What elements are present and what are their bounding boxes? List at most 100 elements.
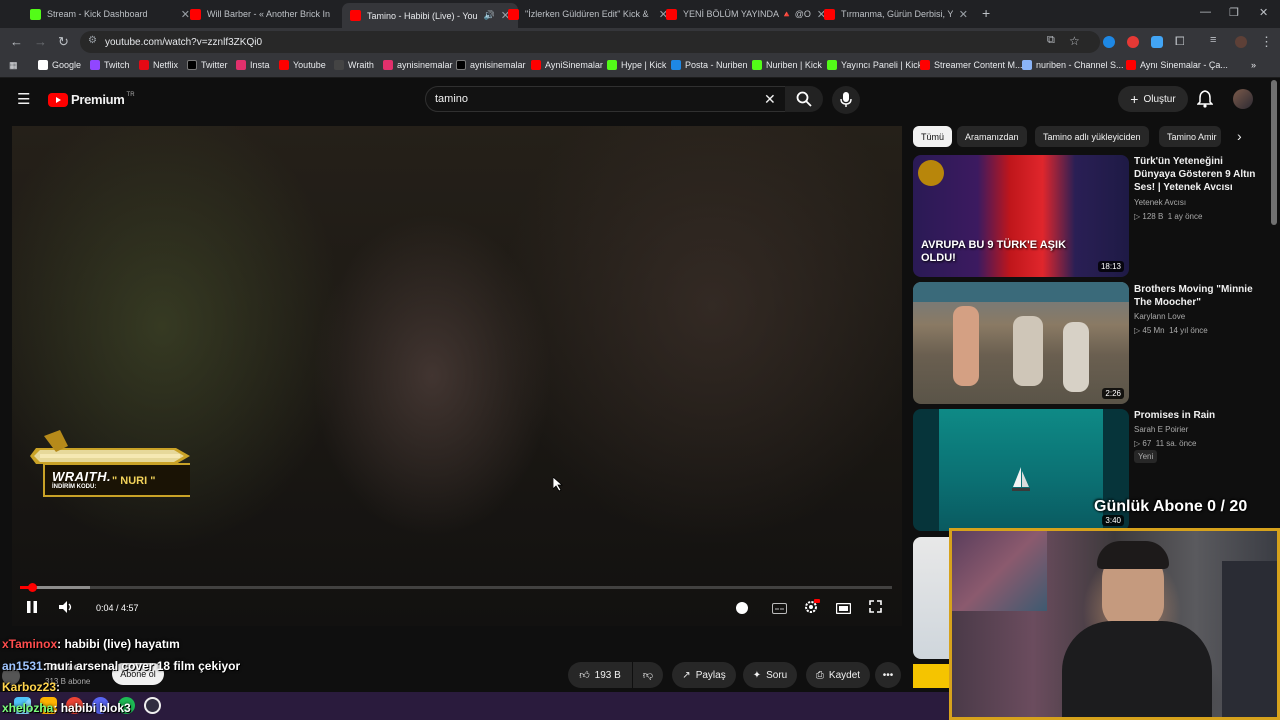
video-player[interactable]: WRAITH. İNDİRİM KODU: " NURI " 0:04 / 4:…: [12, 126, 902, 626]
voice-search-button[interactable]: [832, 86, 860, 114]
duration-badge: 3:40: [1102, 515, 1124, 526]
hamburger-menu-icon[interactable]: ☰: [17, 90, 30, 108]
share-button[interactable]: ↗ Paylaş: [672, 662, 736, 688]
apps-grid-icon[interactable]: ▦: [9, 60, 18, 71]
video-channel[interactable]: Yetenek Avcısı: [1134, 196, 1186, 209]
tab-yeni-bolum[interactable]: YENİ BÖLÜM YAYINDA 🔺 @O ✕: [658, 2, 834, 26]
fullscreen-button[interactable]: [869, 600, 882, 616]
maximize-button[interactable]: ❐: [1229, 6, 1239, 19]
site-settings-icon[interactable]: ⚙: [88, 35, 97, 46]
minimize-button[interactable]: —: [1200, 6, 1211, 18]
video-thumbnail[interactable]: AVRUPA BU 9 TÜRK'E AŞIK OLDU! 18:13: [913, 155, 1129, 277]
tab-kick-dashboard[interactable]: Stream - Kick Dashboard ✕: [22, 2, 198, 26]
bookmark-twitter[interactable]: Twitter: [187, 60, 228, 70]
chat-text: : habibi (live) hayatım: [57, 637, 180, 651]
create-button[interactable]: + Oluştur: [1118, 86, 1188, 112]
chevron-right-icon[interactable]: ›: [1237, 128, 1242, 144]
bookmark-aynisinemalar-insta[interactable]: aynisinemalar: [383, 60, 453, 70]
bookmark-aynisinemalar-yt[interactable]: AyniSinemalar: [531, 60, 603, 70]
dislike-button[interactable]: 👎︎: [633, 662, 663, 688]
video-channel[interactable]: Sarah E Poirier: [1134, 423, 1188, 436]
notifications-bell-icon[interactable]: [1196, 90, 1214, 113]
back-icon[interactable]: ←: [10, 34, 23, 49]
address-bar[interactable]: ⚙ youtube.com/watch?v=zznlf3ZKQi0: [80, 31, 1100, 53]
bookmark-youtube[interactable]: Youtube: [279, 60, 326, 70]
more-actions-button[interactable]: •••: [875, 662, 901, 688]
clear-search-icon[interactable]: ✕: [764, 91, 776, 108]
video-thumbnail[interactable]: 2:26: [913, 282, 1129, 404]
tab-izlerken-gulduren[interactable]: "İzlerken Güldüren Edit" Kick & ✕: [500, 2, 676, 26]
video-title[interactable]: Brothers Moving "Minnie The Moocher": [1134, 283, 1264, 309]
like-button[interactable]: 👍︎ 193 B: [568, 662, 632, 688]
bookmark-streamer-content[interactable]: Streamer Content M...: [920, 60, 1023, 70]
obs-icon[interactable]: [144, 697, 161, 714]
youtube-premium-logo[interactable]: Premium TR: [48, 92, 135, 107]
scrubber-handle[interactable]: [27, 583, 37, 592]
bookmark-nuriben-kick[interactable]: Nuriben | Kick: [752, 60, 822, 70]
google-icon: [38, 60, 48, 70]
video-thumbnail[interactable]: [913, 664, 953, 688]
bookmark-wraith[interactable]: Wraith: [334, 60, 374, 70]
bookmark-aynisinemalar-x[interactable]: aynisinemalar: [456, 60, 526, 70]
video-stats: ▷ 128 B 1 ay önce: [1134, 212, 1203, 221]
speaker-icon[interactable]: 🔊: [484, 10, 495, 21]
close-icon[interactable]: ✕: [959, 8, 968, 21]
bookmark-yayinci-paneli[interactable]: Yayıncı Paneli | Kick: [827, 60, 922, 70]
tab-tamino-habibi[interactable]: Tamino - Habibi (Live) - You 🔊 ✕: [342, 3, 518, 28]
more-bookmarks-icon[interactable]: »: [1251, 60, 1256, 70]
menu-kebab-icon[interactable]: ⋮: [1260, 34, 1273, 50]
extension-icon[interactable]: [1103, 36, 1115, 48]
bookmark-twitch[interactable]: Twitch: [90, 60, 130, 70]
bookmark-netflix[interactable]: Netflix: [139, 60, 178, 70]
bookmark-ayni-sinemalar[interactable]: Aynı Sinemalar - Ça...: [1126, 60, 1228, 70]
theater-mode-button[interactable]: [835, 601, 852, 617]
thumbnail-caption: AVRUPA BU 9 TÜRK'E AŞIK OLDU!: [921, 239, 1067, 264]
video-title[interactable]: Promises in Rain: [1134, 409, 1264, 422]
youtube-icon: [531, 60, 541, 70]
kick-icon: [752, 60, 762, 70]
shield-icon[interactable]: [1151, 36, 1163, 48]
ask-button[interactable]: ✦ Soru: [743, 662, 797, 688]
chip-from-uploader[interactable]: Tamino adlı yükleyiciden: [1035, 126, 1149, 147]
bookmark-insta[interactable]: Insta: [236, 60, 270, 70]
webcam-person-hair: [1097, 541, 1169, 569]
autoplay-toggle[interactable]: [736, 602, 748, 614]
window-close-button[interactable]: ✕: [1259, 6, 1268, 19]
chip-from-search[interactable]: Aramanızdan: [957, 126, 1027, 147]
search-button[interactable]: [785, 86, 823, 112]
extension-icon[interactable]: [1127, 36, 1139, 48]
media-control-icon[interactable]: ≡: [1210, 34, 1216, 46]
tab-will-barber[interactable]: Will Barber - « Another Brick In ✕: [182, 2, 358, 26]
settings-button[interactable]: [804, 599, 820, 618]
progress-bar[interactable]: [20, 583, 892, 592]
install-app-icon[interactable]: ⧉: [1047, 34, 1055, 47]
instagram-icon: [383, 60, 393, 70]
thumbs-down-icon: 👎︎: [642, 670, 654, 681]
bookmark-star-icon[interactable]: ☆: [1069, 34, 1080, 48]
search-input[interactable]: tamino ✕: [425, 86, 818, 112]
subtitles-button[interactable]: [772, 601, 787, 617]
instagram-icon: [236, 60, 246, 70]
bookmark-google[interactable]: Google: [38, 60, 81, 70]
extensions-puzzle-icon[interactable]: ⧠: [1175, 34, 1185, 49]
reload-icon[interactable]: ↻: [58, 34, 69, 50]
page-scrollbar[interactable]: [1271, 80, 1277, 225]
chip-tamino-amir[interactable]: Tamino Amir: [1159, 126, 1221, 147]
logo-text: Premium: [71, 92, 125, 107]
pause-button[interactable]: [26, 600, 38, 616]
forward-icon[interactable]: →: [34, 34, 47, 49]
bookmark-nuriben-channel[interactable]: nuriben - Channel S...: [1022, 60, 1124, 70]
video-title[interactable]: Türk'ün Yeteneğini Dünyaya Gösteren 9 Al…: [1134, 155, 1264, 194]
video-channel[interactable]: Karylann Love: [1134, 310, 1185, 323]
account-avatar[interactable]: [1233, 89, 1253, 109]
new-tab-button[interactable]: +: [982, 5, 990, 21]
save-button[interactable]: ⎙ Kaydet: [806, 662, 870, 688]
bookmark-hype-kick[interactable]: Hype | Kick: [607, 60, 666, 70]
volume-button[interactable]: [59, 600, 73, 616]
chip-all[interactable]: Tümü: [913, 126, 953, 147]
tab-tirmanma[interactable]: Tırmanma, Gürün Derbisi, Yüks ✕: [816, 2, 976, 26]
profile-avatar[interactable]: [1235, 36, 1247, 48]
search-input-value: tamino: [435, 93, 469, 105]
mail-icon: [671, 60, 681, 70]
bookmark-posta[interactable]: Posta - Nuriben: [671, 60, 748, 70]
